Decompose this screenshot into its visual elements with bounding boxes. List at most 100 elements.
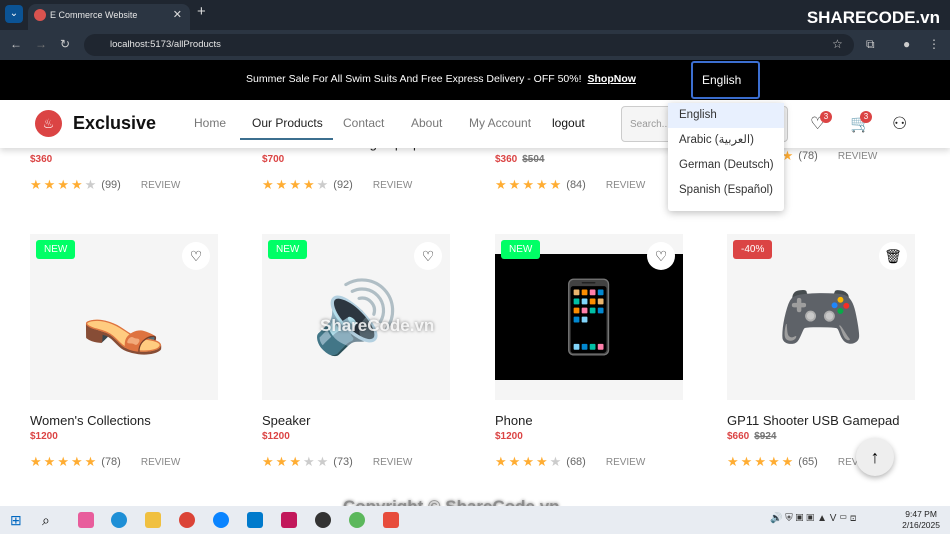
star-icon: ★ [30, 177, 42, 192]
review-count: (73) [333, 456, 353, 468]
rating: ★ ★ ★ ★ ★ (73) REVIEW [262, 454, 450, 470]
nav-logout[interactable]: logout [552, 116, 585, 130]
review-count: (68) [566, 456, 586, 468]
user-icon[interactable]: ⚇ [892, 114, 907, 134]
star-icon: ★ [84, 177, 97, 192]
chrome-icon[interactable] [179, 512, 195, 528]
promo-message: Summer Sale For All Swim Suits And Free … [246, 73, 582, 85]
rating: ★★★★★(78)REVIEW [30, 454, 218, 470]
close-tab-icon[interactable]: ✕ [173, 4, 182, 26]
brand-logo-icon: ♨ [35, 110, 62, 137]
review-link[interactable]: REVIEW [838, 151, 877, 162]
price: $1200 [262, 431, 290, 442]
rating: ★ ★ ★ ★ ★ (99) REVIEW [30, 177, 218, 193]
star-icon: ★ [508, 177, 521, 192]
review-count: (78) [101, 456, 121, 468]
language-select[interactable]: English [691, 61, 760, 99]
star-icon: ★ [43, 177, 56, 192]
language-option-arabic[interactable]: Arabic (العربية) [668, 128, 784, 153]
star-icon: ★ [30, 454, 42, 469]
chatgpt-icon[interactable] [315, 512, 331, 528]
product-title[interactable]: Women's Collections [30, 413, 218, 428]
windows-start-icon[interactable]: ⊞ [10, 512, 26, 528]
search-taskbar-icon[interactable]: ⌕ [42, 512, 58, 528]
star-icon: ★ [781, 454, 794, 469]
nav-my-account[interactable]: My Account [469, 116, 531, 130]
copilot-icon[interactable] [78, 512, 94, 528]
product-image[interactable]: 🎮 -40% 🗑 [727, 234, 915, 400]
extensions-icon[interactable]: ⧉ [866, 37, 875, 52]
intellij-icon[interactable] [281, 512, 297, 528]
new-tab-button[interactable]: + [197, 3, 206, 20]
price: $660 [727, 431, 750, 442]
product-price: $660 $924 [727, 431, 915, 442]
forward-icon[interactable]: → [35, 37, 47, 51]
review-link[interactable]: REVIEW [373, 457, 412, 468]
review-link[interactable]: REVIEW [606, 457, 645, 468]
review-count: (78) [798, 150, 818, 162]
delete-icon[interactable]: 🗑 [879, 242, 907, 270]
clock-date: 2/16/2025 [902, 520, 940, 530]
shop-now-link[interactable]: ShopNow [588, 73, 636, 85]
nav-our-products[interactable]: Our Products [252, 116, 323, 130]
old-price: $504 [522, 154, 545, 165]
product-card[interactable]: Speaker $1200 ★ ★ ★ ★ ★ (73) REVIEW [262, 413, 450, 470]
edge-icon[interactable] [111, 512, 127, 528]
product-price: $1200 [30, 431, 218, 442]
app-icon[interactable] [349, 512, 365, 528]
promo-banner: Summer Sale For All Swim Suits And Free … [0, 60, 950, 100]
star-icon: ★ [275, 454, 288, 469]
url-input[interactable]: localhost:5173/allProducts [84, 34, 854, 56]
taskbar-clock[interactable]: 9:47 PM 2/16/2025 [902, 509, 940, 531]
language-option-german[interactable]: German (Deutsch) [668, 153, 784, 178]
price: $1200 [30, 431, 58, 442]
star-icon: ★ [70, 177, 83, 192]
file-explorer-icon[interactable] [145, 512, 161, 528]
star-icon: ★ [495, 177, 507, 192]
product-title[interactable]: Phone [495, 413, 683, 428]
nav-contact[interactable]: Contact [343, 116, 384, 130]
windows-taskbar: ⊞ ⌕ 🔊 ⛨ ▣ ▣ ▲ V ▭ ⊡ 9:47 PM 2/16/2025 [0, 506, 950, 534]
reload-icon[interactable]: ↻ [60, 37, 70, 51]
star-icon: ★ [316, 177, 329, 192]
scroll-to-top-button[interactable]: ↑ [856, 438, 894, 476]
app-icon-2[interactable] [383, 512, 399, 528]
site-header: ♨ Exclusive Home Our Products Contact Ab… [0, 100, 950, 148]
wishlist-heart-icon[interactable]: ♡ [182, 242, 210, 270]
menu-icon[interactable]: ⋮ [928, 37, 940, 51]
system-tray-icons[interactable]: 🔊 ⛨ ▣ ▣ ▲ V ▭ ⊡ [770, 513, 856, 524]
review-link[interactable]: REVIEW [141, 457, 180, 468]
nav-home[interactable]: Home [194, 116, 226, 130]
review-link[interactable]: REVIEW [606, 180, 645, 191]
wishlist-heart-icon[interactable]: ♡ [647, 242, 675, 270]
star-icon: ★ [495, 454, 507, 469]
product-card[interactable]: Women's Collections $1200 ★ ★ ★ ★ ★ (78) REVIEW [30, 413, 218, 470]
browser-tab[interactable]: E Commerce Website ✕ [28, 4, 190, 30]
price: $360 [30, 154, 53, 165]
back-icon[interactable]: ← [10, 37, 22, 51]
zalo-icon[interactable] [213, 512, 229, 528]
favicon-icon [34, 9, 46, 21]
product-image[interactable]: 👡 NEW ♡ [30, 234, 218, 400]
star-icon: ★ [535, 454, 548, 469]
star-icon: ★ [262, 454, 274, 469]
product-card[interactable]: Phone $1200 ★ ★ ★ ★ ★ (68) REVIEW [495, 413, 683, 470]
language-option-english[interactable]: English [668, 103, 784, 128]
review-link[interactable]: REVIEW [141, 180, 180, 191]
product-title[interactable]: Speaker [262, 413, 450, 428]
star-icon: ★ [740, 454, 753, 469]
wishlist-heart-icon[interactable]: ♡ [414, 242, 442, 270]
product-tag: NEW [36, 240, 76, 259]
language-option-spanish[interactable]: Spanish (Español) [668, 178, 784, 203]
review-link[interactable]: REVIEW [373, 180, 412, 191]
tab-search-button[interactable]: ⌄ [5, 5, 23, 23]
product-price: $360 [30, 154, 218, 165]
product-title[interactable]: GP11 Shooter USB Gamepad [727, 413, 915, 428]
star-icon: ★ [289, 177, 301, 192]
star-icon: ★ [289, 454, 301, 469]
vscode-icon[interactable] [247, 512, 263, 528]
bookmark-star-icon[interactable]: ☆ [832, 37, 843, 51]
nav-about[interactable]: About [411, 116, 442, 130]
product-image[interactable]: 📱 NEW ♡ [495, 234, 683, 400]
profile-icon[interactable]: ● [903, 37, 910, 51]
